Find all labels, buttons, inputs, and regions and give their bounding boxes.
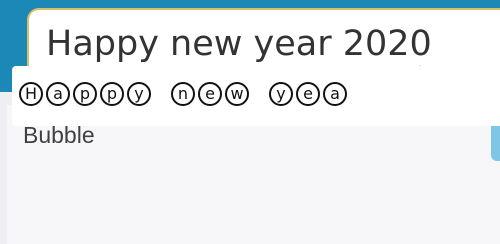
bubble-letter: e: [296, 82, 320, 106]
bubble-letter: e: [198, 82, 222, 106]
bubble-letter: a: [323, 82, 347, 106]
bubble-letter: y: [269, 82, 293, 106]
bubble-letter: a: [46, 82, 70, 106]
stylish-text-screen: Happy new year 2020 Bubble Happynewyea: [0, 0, 500, 244]
bubble-letter: w: [225, 82, 249, 106]
bubble-letter: H: [19, 82, 43, 106]
bubble-letter: p: [73, 82, 97, 106]
text-input-value: Happy new year 2020: [46, 24, 432, 64]
bubble-letter: y: [127, 82, 151, 106]
bubble-letter: n: [171, 82, 195, 106]
bubble-text-preview: Happynewyea: [19, 82, 350, 106]
bubble-letter: p: [100, 82, 124, 106]
style-card-title: Bubble: [23, 122, 95, 148]
